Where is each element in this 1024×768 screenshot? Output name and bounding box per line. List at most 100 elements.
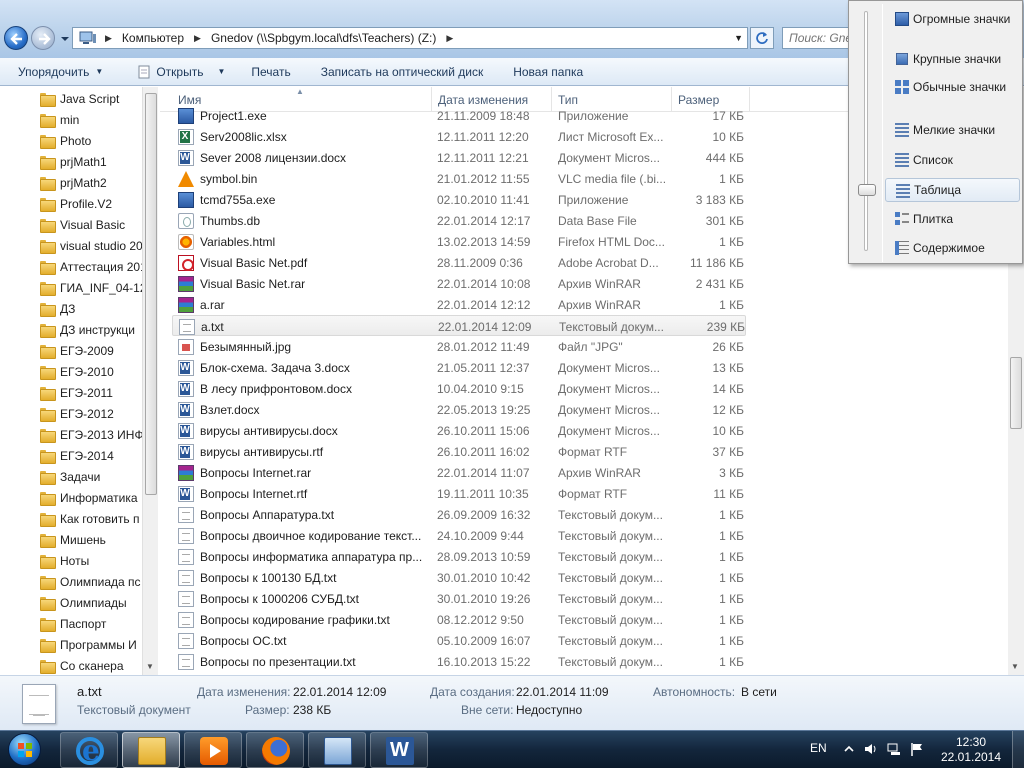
file-row[interactable]: Безымянный.jpg 28.01.2012 11:49 Файл "JPG"… [172, 336, 746, 357]
view-option-tiles[interactable]: Плитка [885, 207, 1020, 231]
file-row[interactable]: Вопросы по презентации.txt 16.10.2013 15:… [172, 651, 746, 672]
nav-folder-item[interactable]: Visual Basic [40, 214, 142, 235]
language-indicator[interactable]: EN [810, 741, 827, 755]
file-row[interactable]: Вопросы ОС.txt 05.10.2009 16:07 Текстовый … [172, 630, 746, 651]
volume-icon[interactable] [864, 742, 878, 756]
navigation-pane[interactable]: Java Script min Photo prjMath1 prjMath2 Profi… [0, 87, 158, 675]
nav-folder-item[interactable]: ДЗ инструкци [40, 319, 142, 340]
file-row[interactable]: Вопросы Internet.rar 22.01.2014 11:07 Архи… [172, 462, 746, 483]
taskbar-microsoft-word[interactable] [370, 732, 428, 768]
file-row[interactable]: Вопросы к 100130 БД.txt 30.01.2010 10:42 Т… [172, 567, 746, 588]
nav-folder-item[interactable]: prjMath2 [40, 172, 142, 193]
nav-folder-item[interactable]: Программы И [40, 634, 142, 655]
nav-folder-item[interactable]: ЕГЭ-2014 [40, 445, 142, 466]
file-row[interactable]: Variables.html 13.02.2013 14:59 Firefox HT… [172, 231, 746, 252]
breadcrumb-separator-icon[interactable]: ▶ [99, 33, 118, 44]
file-row[interactable]: Вопросы информатика аппаратура пр... 28.0… [172, 546, 746, 567]
nav-folder-item[interactable]: Как готовить п [40, 508, 142, 529]
file-row[interactable]: вирусы антивирусы.docx 26.10.2011 15:06 До… [172, 420, 746, 441]
breadcrumb-separator-icon[interactable]: ▶ [188, 33, 207, 44]
view-option-big[interactable]: Огромные значки [885, 7, 1020, 31]
file-row[interactable]: Serv2008lic.xlsx 12.11.2011 12:20 Лист Mic… [172, 126, 746, 147]
nav-folder-item[interactable]: ЕГЭ-2013 ИНФ [40, 424, 142, 445]
taskbar-remote-desktop[interactable] [308, 732, 366, 768]
nav-folder-item[interactable]: Profile.V2 [40, 193, 142, 214]
clock[interactable]: 12:30 22.01.2014 [936, 735, 1006, 765]
nav-folder-item[interactable]: Паспорт [40, 613, 142, 634]
taskbar-internet-explorer[interactable] [60, 732, 118, 768]
file-row[interactable]: Thumbs.db 22.01.2014 12:17 Data Base File 3… [172, 210, 746, 231]
recent-pages-icon[interactable] [60, 34, 70, 44]
view-option-norm[interactable]: Обычные значки [885, 75, 1020, 99]
file-row[interactable]: symbol.bin 21.01.2012 11:55 VLC media file… [172, 168, 746, 189]
file-row[interactable]: Вопросы двоичное кодирование текст... 24.… [172, 525, 746, 546]
nav-folder-item[interactable]: Задачи [40, 466, 142, 487]
nav-folder-item[interactable]: Аттестация 201 [40, 256, 142, 277]
file-row[interactable]: Вопросы Аппаратура.txt 26.09.2009 16:32 Те… [172, 504, 746, 525]
nav-folder-item[interactable]: prjMath1 [40, 151, 142, 172]
nav-folder-item[interactable]: Олимпиада пс [40, 571, 142, 592]
search-input[interactable] [782, 27, 852, 49]
file-row[interactable]: a.rar 22.01.2014 12:12 Архив WinRAR 1 КБ [172, 294, 746, 315]
nav-folder-item[interactable]: visual studio 20 [40, 235, 142, 256]
network-icon[interactable] [887, 742, 901, 756]
action-center-flag-icon[interactable] [910, 742, 924, 756]
open-button[interactable]: Открыть ▼ [129, 61, 233, 83]
nav-scroll-thumb[interactable] [145, 93, 157, 495]
nav-folder-item[interactable]: Со сканера [40, 655, 142, 675]
view-option-content[interactable]: Содержимое [885, 236, 1020, 260]
nav-folder-item[interactable]: ГИА_INF_04-12 [40, 277, 142, 298]
nav-folder-item[interactable]: min [40, 109, 142, 130]
start-button[interactable] [4, 731, 46, 768]
scroll-down-icon[interactable]: ▼ [1011, 662, 1019, 671]
file-row[interactable]: Visual Basic Net.rar 22.01.2014 10:08 Архи… [172, 273, 746, 294]
file-row[interactable]: tcmd755a.exe 02.10.2010 11:41 Приложение 3 … [172, 189, 746, 210]
file-row[interactable]: В лесу прифронтовом.docx 10.04.2010 9:15 Д… [172, 378, 746, 399]
view-option-list[interactable]: Список [885, 148, 1020, 172]
nav-folder-item[interactable]: ЕГЭ-2011 [40, 382, 142, 403]
file-row[interactable]: Взлет.docx 22.05.2013 19:25 Документ Micro… [172, 399, 746, 420]
view-option-details[interactable]: Таблица [885, 178, 1020, 202]
breadcrumb-drive[interactable]: Gnedov (\\Spbgym.local\dfs\Teachers) (Z:… [207, 28, 440, 48]
view-size-slider-thumb[interactable] [858, 184, 876, 196]
file-row[interactable]: Sever 2008 лицензии.docx 12.11.2011 12:21… [172, 147, 746, 168]
address-bar[interactable]: ▶ Компьютер ▶ Gnedov (\\Spbgym.local\dfs… [72, 27, 748, 49]
nav-folder-item[interactable]: Java Script [40, 88, 142, 109]
breadcrumb-separator-icon[interactable]: ▶ [440, 33, 459, 44]
show-hidden-icons-icon[interactable] [842, 742, 856, 756]
taskbar-firefox[interactable] [246, 732, 304, 768]
file-row[interactable]: вирусы антивирусы.rtf 26.10.2011 16:02 Фор… [172, 441, 746, 462]
taskbar-media-player[interactable] [184, 732, 242, 768]
print-button[interactable]: Печать [243, 61, 298, 83]
file-row[interactable]: Вопросы к 1000206 СУБД.txt 30.01.2010 19:… [172, 588, 746, 609]
nav-folder-item[interactable]: ЕГЭ-2010 [40, 361, 142, 382]
taskbar-windows-explorer[interactable] [122, 732, 180, 768]
nav-folder-item[interactable]: Photo [40, 130, 142, 151]
nav-folder-item[interactable]: ДЗ [40, 298, 142, 319]
nav-folder-item[interactable]: ЕГЭ-2012 [40, 403, 142, 424]
view-size-slider[interactable] [864, 11, 868, 251]
file-row[interactable]: Visual Basic Net.pdf 28.11.2009 0:36 Adobe… [172, 252, 746, 273]
file-row[interactable]: Блок-схема. Задача 3.docx 21.05.2011 12:3… [172, 357, 746, 378]
nav-scrollbar[interactable]: ▼ [142, 87, 158, 675]
burn-disc-button[interactable]: Записать на оптический диск [313, 61, 492, 83]
nav-folder-item[interactable]: Информатика [40, 487, 142, 508]
refresh-button[interactable] [750, 27, 774, 49]
nav-folder-item[interactable]: Мишень [40, 529, 142, 550]
nav-folder-item[interactable]: Ноты [40, 550, 142, 571]
file-row[interactable]: Project1.exe 21.11.2009 18:48 Приложение 17… [172, 105, 746, 126]
address-history-dropdown-icon[interactable]: ▼ [734, 33, 743, 43]
file-row[interactable]: a.txt 22.01.2014 12:09 Текстовый докум... 2… [172, 315, 746, 336]
new-folder-button[interactable]: Новая папка [505, 61, 591, 83]
breadcrumb-computer[interactable]: Компьютер [118, 28, 188, 48]
back-button[interactable] [4, 26, 28, 50]
file-row[interactable]: Вопросы кодирование графики.txt 08.12.201… [172, 609, 746, 630]
forward-button[interactable] [31, 26, 55, 50]
show-desktop-button[interactable] [1012, 731, 1024, 768]
scroll-down-icon[interactable]: ▼ [146, 662, 154, 671]
nav-folder-item[interactable]: ЕГЭ-2009 [40, 340, 142, 361]
nav-folder-item[interactable]: Олимпиады [40, 592, 142, 613]
organize-button[interactable]: Упорядочить ▼ [10, 61, 111, 83]
file-list-scroll-thumb[interactable] [1010, 357, 1022, 429]
view-option-small[interactable]: Мелкие значки [885, 118, 1020, 142]
